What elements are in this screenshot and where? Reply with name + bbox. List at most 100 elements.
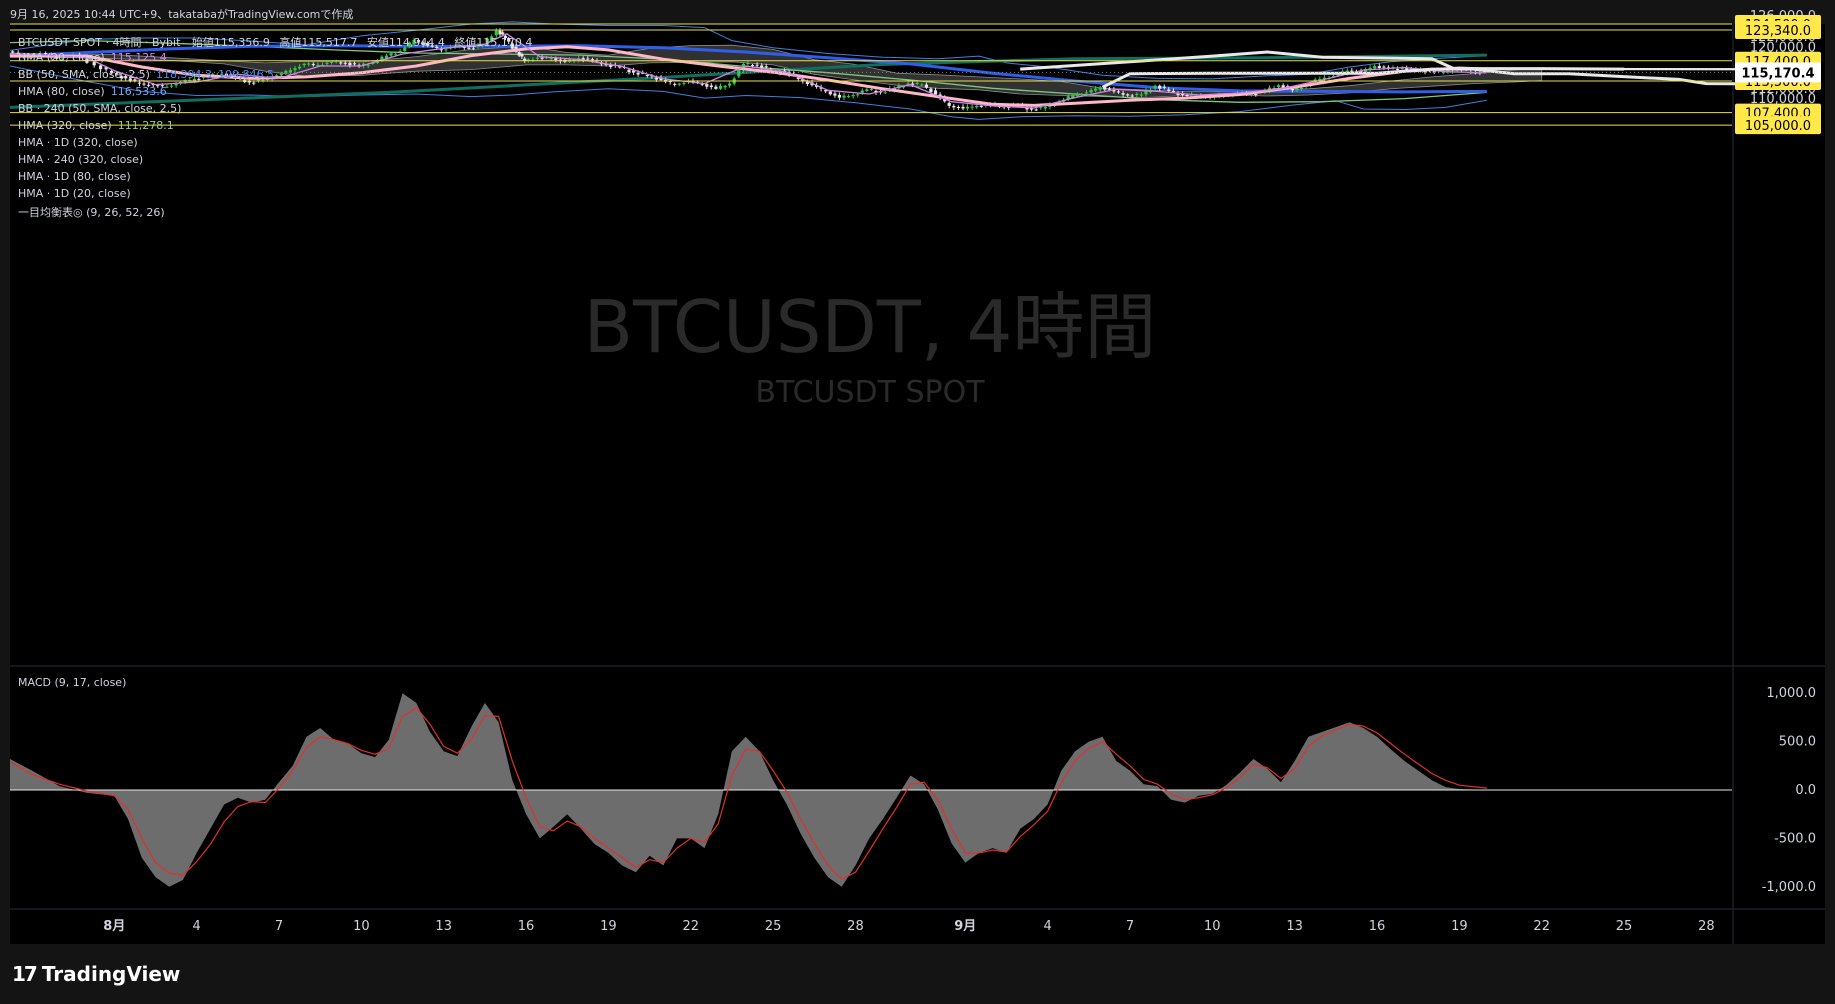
candle-body[interactable] xyxy=(279,73,283,76)
candle-body[interactable] xyxy=(137,82,142,84)
candle-body[interactable] xyxy=(847,96,851,98)
candle-body[interactable] xyxy=(842,95,846,98)
candle-body[interactable] xyxy=(883,92,887,94)
candle-body[interactable] xyxy=(1121,93,1125,95)
candle-body[interactable] xyxy=(723,85,727,88)
candle-body[interactable] xyxy=(535,57,540,59)
macd-pane-bg[interactable] xyxy=(10,667,1732,908)
candle-body[interactable] xyxy=(965,106,970,109)
candle-body[interactable] xyxy=(307,63,311,65)
candle-body[interactable] xyxy=(586,58,590,60)
candle-body[interactable] xyxy=(275,75,279,77)
candle-body[interactable] xyxy=(961,106,965,109)
candle-body[interactable] xyxy=(1094,88,1098,91)
candle-body[interactable] xyxy=(1098,87,1102,90)
candle-body[interactable] xyxy=(174,84,178,86)
candle-body[interactable] xyxy=(947,102,951,106)
candle-body[interactable] xyxy=(293,68,297,71)
indicator-legend-item[interactable]: HMA · 240 (320, close) xyxy=(18,153,143,166)
candle-body[interactable] xyxy=(1277,85,1281,87)
candle-body[interactable] xyxy=(1043,106,1047,109)
candle-body[interactable] xyxy=(750,65,755,67)
candle-body[interactable] xyxy=(860,90,864,93)
candle-body[interactable] xyxy=(1080,94,1084,95)
indicator-legend-item[interactable]: HMA (80, close) 116,533.6 xyxy=(18,85,167,98)
candle-body[interactable] xyxy=(682,82,686,84)
candle-body[interactable] xyxy=(1107,88,1111,90)
candle-body[interactable] xyxy=(645,75,649,76)
candle-body[interactable] xyxy=(924,84,928,88)
candle-body[interactable] xyxy=(737,69,741,77)
candle-body[interactable] xyxy=(311,64,315,66)
candle-body[interactable] xyxy=(705,84,709,87)
candle-body[interactable] xyxy=(540,57,544,59)
candle-body[interactable] xyxy=(728,83,732,86)
candle-body[interactable] xyxy=(979,105,983,107)
candle-body[interactable] xyxy=(339,62,343,64)
indicator-legend-item[interactable]: HMA · 1D (20, close) xyxy=(18,187,131,200)
candle-body[interactable] xyxy=(673,83,677,85)
candle-body[interactable] xyxy=(1084,92,1089,94)
candle-body[interactable] xyxy=(1139,94,1143,96)
candle-body[interactable] xyxy=(636,72,640,75)
indicator-legend-item[interactable]: 一目均衡表◎ (9, 26, 52, 26) xyxy=(18,204,165,220)
indicator-legend-item[interactable]: HMA (20, close) 115,125.4 xyxy=(18,51,167,64)
candle-body[interactable] xyxy=(746,63,750,65)
candle-body[interactable] xyxy=(348,62,352,66)
candle-body[interactable] xyxy=(764,66,768,68)
candle-body[interactable] xyxy=(298,66,302,69)
indicator-legend-item[interactable]: BB · 240 (50, SMA, close, 2.5) xyxy=(18,102,181,115)
indicator-legend-item[interactable]: HMA (320, close) 111,278.1 xyxy=(18,119,174,132)
candle-body[interactable] xyxy=(952,105,956,108)
candle-body[interactable] xyxy=(1135,93,1139,95)
indicator-legend-item[interactable]: HMA · 1D (320, close) xyxy=(18,136,138,149)
chart-svg[interactable]: BTCUSDT, 4時間BTCUSDT SPOT126,000.0124,000… xyxy=(0,0,1835,1004)
candle-body[interactable] xyxy=(718,85,723,89)
indicator-legend-item[interactable]: HMA · 1D (80, close) xyxy=(18,170,131,183)
candle-body[interactable] xyxy=(1171,90,1175,92)
candle-body[interactable] xyxy=(1089,90,1093,93)
candle-body[interactable] xyxy=(330,61,334,63)
candle-body[interactable] xyxy=(1254,94,1258,95)
candle-body[interactable] xyxy=(956,107,960,108)
candle-body[interactable] xyxy=(1153,85,1157,89)
candle-body[interactable] xyxy=(1126,94,1130,96)
candle-body[interactable] xyxy=(654,77,658,80)
candle-body[interactable] xyxy=(869,89,874,90)
tradingview-logo[interactable]: 17 TradingView xyxy=(12,962,180,986)
candle-body[interactable] xyxy=(1382,66,1386,68)
candle-body[interactable] xyxy=(1167,89,1171,91)
candle-body[interactable] xyxy=(1158,85,1162,89)
candle-body[interactable] xyxy=(284,70,288,73)
candle-body[interactable] xyxy=(1299,87,1304,90)
candle-body[interactable] xyxy=(1185,95,1189,96)
candle-body[interactable] xyxy=(755,64,759,66)
candle-body[interactable] xyxy=(302,63,306,66)
candle-body[interactable] xyxy=(833,93,837,96)
candle-body[interactable] xyxy=(549,58,553,60)
candle-body[interactable] xyxy=(975,105,979,108)
candle-body[interactable] xyxy=(1377,66,1381,68)
candle-body[interactable] xyxy=(714,86,718,89)
candle-body[interactable] xyxy=(709,85,713,88)
candle-body[interactable] xyxy=(394,53,398,55)
candle-body[interactable] xyxy=(1116,91,1121,93)
candle-body[interactable] xyxy=(389,53,393,56)
candle-body[interactable] xyxy=(627,69,631,73)
candle-body[interactable] xyxy=(1075,94,1079,96)
candle-body[interactable] xyxy=(520,54,524,57)
candle-body[interactable] xyxy=(352,63,357,65)
candle-body[interactable] xyxy=(1350,70,1354,72)
candle-body[interactable] xyxy=(856,94,860,96)
candle-body[interactable] xyxy=(398,50,402,52)
candle-body[interactable] xyxy=(11,51,15,53)
candle-body[interactable] xyxy=(929,88,933,93)
candle-body[interactable] xyxy=(169,85,174,87)
indicator-legend-item[interactable]: BB (50, SMA, close, 2.5) 118,394.3 109,846… xyxy=(18,68,274,81)
candle-body[interactable] xyxy=(1130,95,1134,97)
candle-body[interactable] xyxy=(366,65,370,67)
candle-body[interactable] xyxy=(252,82,256,84)
candle-body[interactable] xyxy=(343,62,347,64)
candle-body[interactable] xyxy=(325,62,329,64)
candle-body[interactable] xyxy=(837,94,841,98)
